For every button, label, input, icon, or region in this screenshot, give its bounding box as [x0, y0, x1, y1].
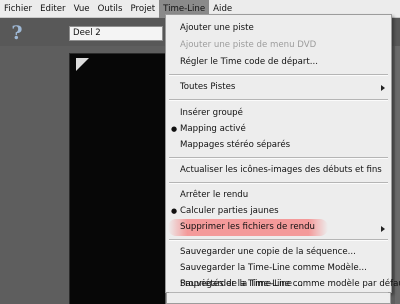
submenu-arrow-icon — [381, 85, 385, 91]
menu-item-sauvegarder-modele[interactable]: Sauvegarder la Time-Line comme Modèle... — [166, 260, 391, 277]
menu-item-arreter-rendu[interactable]: Arrêter le rendu — [166, 187, 391, 204]
menu-item-mappages-stereo[interactable]: Mappages stéréo séparés — [166, 137, 391, 154]
menu-item-toutes-pistes[interactable]: Toutes Pistes — [166, 79, 391, 96]
menu-separator — [169, 99, 388, 101]
menu-item-ajouter-piste[interactable]: Ajouter une piste — [166, 20, 391, 37]
menu-bottom-cap — [166, 293, 391, 304]
menu-item-actualiser-icones[interactable]: Actualiser les icônes-images des débuts … — [166, 162, 391, 179]
menu-item-supprimer-fichiers-rendu[interactable]: Supprimer les fichiers de rendu — [168, 219, 328, 236]
corner-triangle-icon — [76, 58, 89, 71]
checked-bullet-icon: ● — [171, 125, 178, 133]
menu-item-inserer-groupe[interactable]: Insérer groupé — [166, 105, 391, 122]
help-icon[interactable]: ? — [6, 22, 28, 44]
menu-item-proprietes[interactable]: Propriétés de la Time-Line ... — [166, 276, 391, 293]
menu-item-sauvegarder-copie[interactable]: Sauvegarder une copie de la séquence... — [166, 244, 391, 261]
preview-monitor — [69, 53, 165, 304]
menu-item-mapping-active[interactable]: ● Mapping activé — [166, 121, 391, 138]
menu-projet[interactable]: Projet — [126, 0, 159, 18]
menu-outils[interactable]: Outils — [94, 0, 127, 18]
menu-separator — [169, 239, 388, 241]
menu-editer[interactable]: Editer — [36, 0, 69, 18]
sequence-name-field[interactable]: Deel 2 — [69, 26, 163, 41]
menu-separator — [169, 74, 388, 76]
menu-item-ajouter-piste-dvd: Ajouter une piste de menu DVD — [180, 40, 317, 50]
menu-vue[interactable]: Vue — [70, 0, 94, 18]
menu-fichier[interactable]: Fichier — [0, 0, 36, 18]
time-line-menu: Ajouter une piste Ajouter une piste de m… — [165, 14, 400, 294]
menu-item-regler-time-code[interactable]: Régler le Time code de départ... — [166, 54, 391, 71]
menu-item-calculer-parties-jaunes[interactable]: ● Calculer parties jaunes — [166, 203, 391, 220]
submenu-arrow-icon — [381, 226, 385, 232]
menu-separator — [169, 182, 388, 184]
right-edge-panel — [395, 46, 400, 304]
checked-bullet-icon: ● — [171, 207, 178, 215]
menu-separator — [169, 157, 388, 159]
